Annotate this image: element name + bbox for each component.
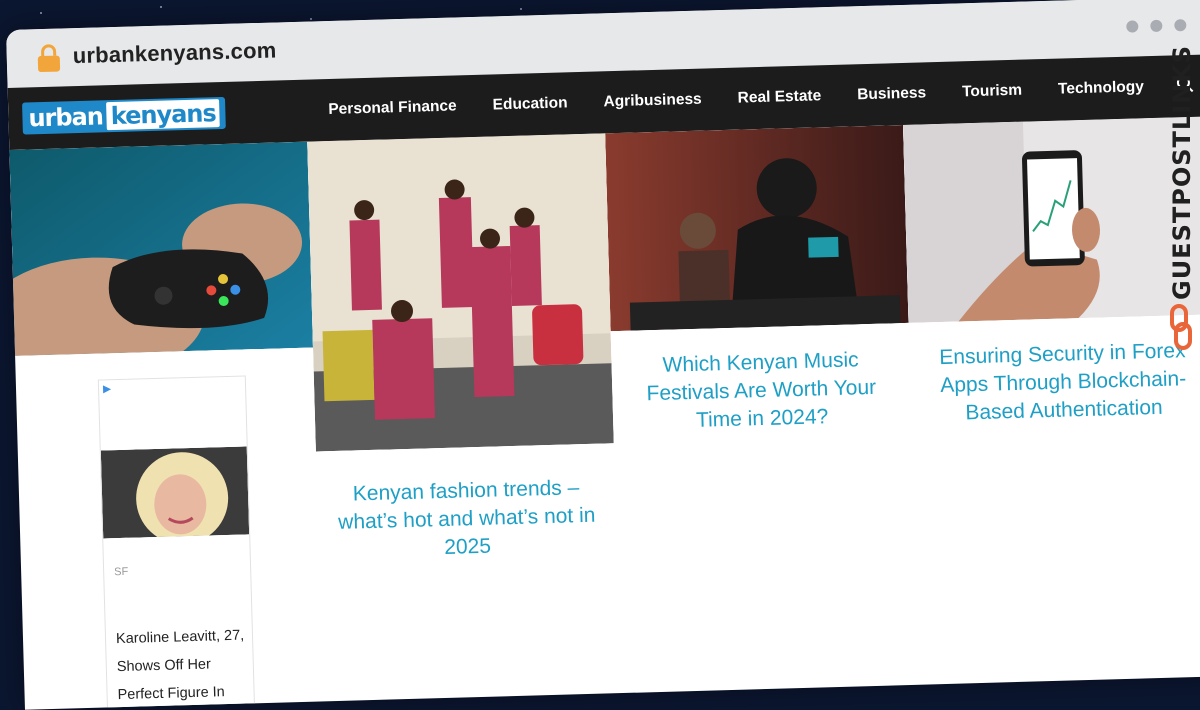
article-image-music[interactable] (605, 124, 909, 332)
watermark-text: GUESTPOSTLINKS (1168, 44, 1196, 300)
url-text[interactable]: urbankenyans.com (72, 37, 276, 69)
ad-source: SF (114, 565, 129, 579)
nav-item-technology[interactable]: Technology (1058, 78, 1144, 98)
article-title-fashion[interactable]: Kenyan fashion trends – what’s hot and w… (337, 474, 597, 565)
site-logo[interactable]: urban kenyans (22, 96, 227, 135)
nav-item-tourism[interactable]: Tourism (962, 82, 1022, 102)
dot-icon (1126, 20, 1139, 33)
logo-part-kenyans: kenyans (106, 99, 221, 131)
logo-part-urban: urban (28, 102, 104, 133)
nav-item-business[interactable]: Business (857, 84, 926, 104)
article-card-4[interactable]: Ensuring Security in Forex Apps Through … (903, 116, 1200, 684)
ad-headline[interactable]: Karoline Leavitt, 27, Shows Off Her Perf… (116, 621, 252, 709)
article-image-forex[interactable] (903, 116, 1200, 323)
nav-item-personal-finance[interactable]: Personal Finance (328, 97, 457, 119)
ad-choices-icon[interactable] (102, 384, 112, 394)
article-title-forex[interactable]: Ensuring Security in Forex Apps Through … (929, 337, 1197, 428)
browser-window: urbankenyans.com urban kenyans Personal … (6, 0, 1200, 710)
nav-item-education[interactable]: Education (492, 94, 567, 114)
article-image-gamepad[interactable] (9, 141, 313, 356)
article-card-3[interactable]: Which Kenyan Music Festivals Are Worth Y… (605, 124, 919, 693)
lock-icon (37, 44, 61, 73)
dot-icon (1150, 19, 1163, 33)
ad-photo[interactable] (100, 446, 250, 539)
window-menu-dots[interactable] (1126, 19, 1187, 33)
article-card-2[interactable]: Kenyan fashion trends – what’s hot and w… (307, 133, 621, 701)
article-card-1[interactable]: SF Karoline Leavitt, 27, Shows Off Her P… (9, 141, 323, 710)
dot-icon (1174, 19, 1187, 32)
chain-link-icon (1170, 304, 1192, 350)
advertisement[interactable]: SF Karoline Leavitt, 27, Shows Off Her P… (97, 375, 256, 710)
nav-item-real-estate[interactable]: Real Estate (737, 87, 821, 107)
article-image-fashion[interactable] (307, 133, 614, 452)
article-title-music[interactable]: Which Kenyan Music Festivals Are Worth Y… (631, 345, 891, 436)
nav-item-agribusiness[interactable]: Agribusiness (603, 91, 702, 112)
